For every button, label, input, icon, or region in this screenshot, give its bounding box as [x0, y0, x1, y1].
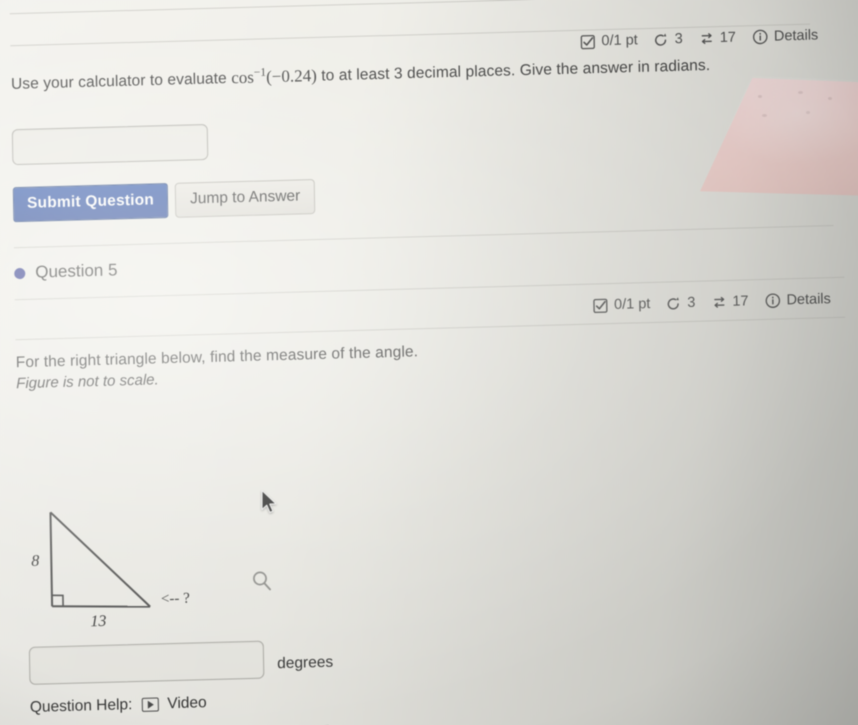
- info-circle-icon[interactable]: [764, 292, 780, 308]
- math-exponent: −1: [253, 65, 267, 79]
- question-5-scale-note: Figure is not to scale.: [16, 371, 159, 393]
- question-5-answer-input[interactable]: [28, 640, 265, 685]
- photographed-screen: 0/1 pt 3 17 Details Use your calculator …: [0, 0, 858, 725]
- play-triangle-icon: [147, 700, 154, 709]
- shuffle-exchange-icon: [699, 31, 714, 46]
- question-5-heading: Question 5: [35, 260, 118, 282]
- math-function-name: cos: [231, 67, 255, 87]
- question-5-heading-row: Question 5: [14, 260, 118, 283]
- question-5-prompt: For the right triangle below, find the m…: [16, 334, 716, 373]
- triangle-vertical-leg-label: 8: [31, 552, 40, 570]
- question-4-shuffle-count: 17: [719, 29, 737, 47]
- question-4-math-expression: cos−1(−0.24): [231, 65, 317, 87]
- question-5-status-bar: 0/1 pt 3 17 Details: [593, 291, 831, 313]
- question-4-block: 0/1 pt 3 17 Details Use your calculator …: [10, 27, 840, 223]
- question-4-status-bar: 0/1 pt 3 17 Details: [580, 27, 818, 49]
- shuffle-exchange-icon: [711, 294, 726, 309]
- triangle-angle-question-marker: <-- ?: [160, 590, 190, 608]
- info-circle-icon[interactable]: [752, 29, 768, 45]
- question-5-details-link[interactable]: Details: [786, 291, 831, 308]
- video-play-icon[interactable]: [141, 697, 159, 712]
- question-5-help-label: Question Help:: [29, 696, 133, 716]
- divider-top-1: [9, 0, 810, 15]
- question-4-details-link[interactable]: Details: [774, 27, 819, 44]
- magnifying-glass-icon[interactable]: [250, 569, 274, 598]
- question-5-shuffle-count: 17: [732, 293, 749, 310]
- question-4-prompt-part1: Use your calculator to evaluate: [10, 69, 232, 93]
- question-5-video-link[interactable]: Video: [167, 694, 207, 713]
- right-triangle-figure: 8 13 <-- ?: [26, 493, 258, 631]
- question-5-prompt-text: For the right triangle below, find the m…: [15, 343, 419, 372]
- mouse-pointer-icon: [260, 489, 279, 520]
- question-4-submit-button[interactable]: Submit Question: [12, 183, 169, 223]
- triangle-svg: [49, 511, 151, 608]
- assignment-page: 0/1 pt 3 17 Details Use your calculator …: [0, 0, 858, 725]
- question-4-jump-to-answer-button[interactable]: Jump to Answer: [174, 179, 316, 218]
- checkbox-checked-icon: [593, 298, 608, 313]
- question-4-prompt-part2: to at least 3 decimal places. Give the a…: [316, 56, 711, 85]
- question-4-prompt: Use your calculator to evaluate cos−1(−0…: [11, 51, 771, 96]
- question-4-button-row: Submit Question Jump to Answer: [12, 179, 316, 223]
- math-argument: (−0.24): [266, 65, 317, 86]
- divider-below-question-5-badge: [15, 316, 846, 341]
- divider-before-question-5: [13, 225, 834, 249]
- retry-circular-arrow-icon: [666, 296, 681, 311]
- checkbox-checked-icon: [580, 34, 596, 49]
- question-5-points: 0/1 pt: [613, 296, 651, 313]
- page-content: 0/1 pt 3 17 Details Use your calculator …: [9, 0, 846, 725]
- triangle-horizontal-leg-label: 13: [90, 612, 107, 631]
- question-5-attempts: 3: [687, 294, 696, 312]
- question-5-unit-label: degrees: [276, 653, 334, 673]
- question-4-answer-input[interactable]: [11, 123, 209, 166]
- question-status-bullet: [14, 267, 26, 279]
- question-4-points: 0/1 pt: [601, 32, 638, 50]
- question-4-attempts: 3: [674, 31, 683, 48]
- retry-circular-arrow-icon: [654, 32, 669, 47]
- question-5-help-row: Question Help: Video: [30, 694, 207, 717]
